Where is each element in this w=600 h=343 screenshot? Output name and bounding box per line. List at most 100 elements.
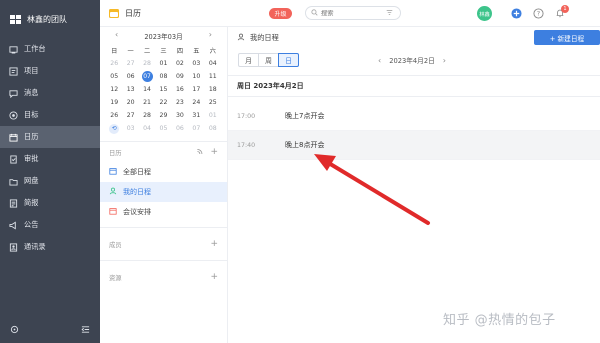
notification-icon[interactable]: 1 — [554, 5, 569, 19]
mini-calendar-day[interactable]: 15 — [155, 83, 171, 96]
filter-icon[interactable] — [386, 9, 393, 18]
mini-calendar-day[interactable]: 30 — [172, 109, 188, 122]
next-month-icon[interactable]: › — [209, 30, 212, 39]
mini-calendar-day[interactable]: 08 — [155, 70, 171, 83]
mini-calendar-day[interactable]: 08 — [205, 122, 221, 135]
calendar-item-all[interactable]: 全部日程 — [100, 162, 227, 182]
sidebar-item-label: 消息 — [24, 88, 39, 97]
mini-calendar-day[interactable]: 05 — [155, 122, 171, 135]
new-schedule-button[interactable]: + 新建日程 — [534, 30, 600, 45]
search-input[interactable] — [321, 9, 383, 17]
mini-calendar-day[interactable]: 21 — [139, 96, 155, 109]
mini-calendar-day[interactable]: 06 — [172, 122, 188, 135]
sidebar-item-workbench[interactable]: 工作台 — [0, 38, 100, 60]
tab-day[interactable]: 日 — [278, 53, 299, 67]
sidebar-item-message[interactable]: 消息 — [0, 82, 100, 104]
mini-calendar-day[interactable]: 11 — [205, 70, 221, 83]
mini-calendar-day[interactable]: 16 — [172, 83, 188, 96]
collapse-sidebar-icon[interactable] — [81, 325, 90, 336]
dashboard-icon — [9, 45, 18, 54]
mini-calendar-day[interactable]: 28 — [139, 57, 155, 70]
mini-calendar-day[interactable]: 01 — [155, 57, 171, 70]
weekday-label: 一 — [127, 48, 134, 55]
tab-month[interactable]: 月 — [238, 53, 259, 67]
weekday-label: 五 — [193, 48, 200, 55]
upgrade-button[interactable]: 升级 — [269, 8, 292, 19]
approval-icon — [9, 154, 18, 164]
prev-day-icon[interactable]: ‹ — [378, 56, 381, 65]
add-calendar-icon[interactable]: + — [210, 147, 218, 157]
weekday-label: 四 — [176, 48, 184, 55]
mini-calendar-day[interactable]: 04 — [205, 57, 221, 70]
mini-calendar-day[interactable]: 23 — [172, 96, 188, 109]
mini-calendar-day[interactable]: 04 — [139, 122, 155, 135]
team-switcher[interactable]: 林鑫的团队 — [0, 0, 100, 38]
mini-calendar-day[interactable]: 24 — [188, 96, 204, 109]
mini-calendar-day[interactable]: 12 — [106, 83, 122, 96]
resources-section-header: 资源 + — [100, 261, 227, 293]
mini-calendar-grid: 日一二三四五六 26 27 28 01 02 03 04 05 06 07 08 09 10 11 12 13 1… — [106, 44, 221, 135]
add-resource-icon[interactable]: + — [210, 272, 218, 282]
rss-icon[interactable] — [196, 148, 203, 157]
sidebar-item-calendar[interactable]: 日历 — [0, 126, 100, 148]
mini-calendar-day[interactable]: 25 — [205, 96, 221, 109]
mini-calendar-day[interactable]: 05 — [106, 70, 122, 83]
back-to-today-glyph: ⟲ — [109, 123, 120, 134]
settings-icon[interactable] — [10, 325, 19, 336]
back-to-today-icon[interactable]: ⟲ — [106, 122, 122, 135]
selected-day[interactable]: 07 — [141, 71, 153, 82]
mini-calendar-day[interactable]: 10 — [188, 70, 204, 83]
mini-calendar-day[interactable]: 07 — [139, 70, 155, 83]
sidebar-item-drive[interactable]: 网盘 — [0, 170, 100, 192]
mini-calendar-day[interactable]: 03 — [188, 57, 204, 70]
mini-calendar-day[interactable]: 20 — [122, 96, 138, 109]
add-member-icon[interactable]: + — [210, 239, 218, 249]
mini-calendar-day[interactable]: 03 — [122, 122, 138, 135]
sidebar-item-announcement[interactable]: 公告 — [0, 214, 100, 236]
tab-week[interactable]: 周 — [258, 53, 279, 67]
calendar-item-label: 会议安排 — [123, 208, 151, 216]
mini-calendar-day[interactable]: 02 — [172, 57, 188, 70]
mini-calendar-day[interactable]: 27 — [122, 109, 138, 122]
prev-month-icon[interactable]: ‹ — [115, 30, 118, 39]
day-heading: 周日 2023年4月2日 — [228, 75, 600, 97]
mini-calendar-day[interactable]: 07 — [188, 122, 204, 135]
mini-calendar-day[interactable]: 01 — [205, 109, 221, 122]
sidebar-item-contacts[interactable]: 通讯录 — [0, 236, 100, 258]
mini-calendar-day[interactable]: 14 — [139, 83, 155, 96]
mini-calendar-day[interactable]: 19 — [106, 96, 122, 109]
search-box[interactable] — [305, 6, 401, 20]
team-name: 林鑫的团队 — [27, 14, 67, 24]
svg-text:?: ? — [536, 9, 539, 17]
sidebar-item-label: 工作台 — [24, 44, 46, 53]
mini-calendar-day[interactable]: 31 — [188, 109, 204, 122]
next-day-icon[interactable]: › — [443, 56, 446, 65]
view-switcher: 月 周 日 — [238, 53, 299, 67]
calendar-item-mine[interactable]: 我的日程 — [100, 182, 227, 202]
mini-calendar-day[interactable]: 09 — [172, 70, 188, 83]
event-row[interactable]: 17:40 晚上8点开会 — [228, 131, 600, 160]
mini-calendar-day[interactable]: 27 — [122, 57, 138, 70]
mini-calendar-day[interactable]: 28 — [139, 109, 155, 122]
event-row[interactable]: 17:00 晚上7点开会 — [228, 102, 600, 131]
mini-calendar-day[interactable]: 26 — [106, 57, 122, 70]
mini-calendar-day[interactable]: 06 — [122, 70, 138, 83]
mini-calendar-day[interactable]: 18 — [205, 83, 221, 96]
mini-calendar-day[interactable]: 29 — [155, 109, 171, 122]
calendar-section-title: 日历 — [109, 149, 122, 157]
sidebar: 林鑫的团队 工作台 项目 消息 目标 日历 审批 网盘 简报 公告 通讯录 — [0, 0, 100, 343]
mini-calendar-day[interactable]: 17 — [188, 83, 204, 96]
calendar-item-meetings[interactable]: 会议安排 — [100, 202, 227, 222]
sidebar-item-project[interactable]: 项目 — [0, 60, 100, 82]
help-icon[interactable]: ? — [532, 7, 544, 19]
sidebar-item-report[interactable]: 简报 — [0, 192, 100, 214]
avatar[interactable]: 林鑫 — [477, 6, 492, 21]
sidebar-item-approval[interactable]: 审批 — [0, 148, 100, 170]
calendar-app-icon — [109, 8, 119, 18]
mini-calendar-day[interactable]: 13 — [122, 83, 138, 96]
mini-calendar-day[interactable]: 22 — [155, 96, 171, 109]
members-section-header: 成员 + — [100, 228, 227, 260]
add-icon[interactable] — [510, 7, 522, 19]
mini-calendar-day[interactable]: 26 — [106, 109, 122, 122]
sidebar-item-target[interactable]: 目标 — [0, 104, 100, 126]
